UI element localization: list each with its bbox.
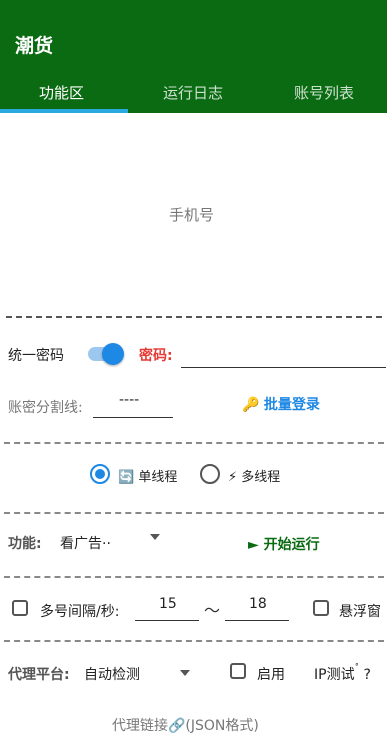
divider [4,576,384,578]
app-bar: 潮货 功能区 运行日志 账号列表 [0,0,387,113]
tilde: ～ [204,601,221,620]
divider [4,640,384,642]
tab-run-log[interactable]: 运行日志 [163,82,223,103]
phone-input[interactable]: 手机号 [0,114,387,318]
password-label: 密码: [139,348,173,364]
tab-functions[interactable]: 功能区 [39,82,84,103]
proxy-enable-label: 启用 [257,667,285,683]
key-icon: 🔑 [242,397,260,413]
interval-label: 多号间隔/秒: [40,604,120,620]
phone-input-placeholder: 手机号 [169,206,215,224]
switch-thumb [102,343,124,365]
function-select[interactable]: 看广告·· [58,526,168,556]
interval-min-underline [135,620,199,621]
multi-interval-checkbox[interactable] [12,600,28,616]
interval-max-underline [225,620,289,621]
start-run-button[interactable]: ► 开始运行 [248,534,320,554]
split-underline [93,417,173,418]
interval-max-input[interactable]: 18 [225,592,289,620]
float-window-checkbox[interactable] [313,600,329,616]
divider [4,442,384,444]
single-thread-option[interactable]: 🔄 单线程 [118,466,177,485]
proxy-enable-checkbox[interactable] [230,663,246,679]
multi-thread-label: 多线程 [241,470,281,485]
phone-input-underline [6,316,382,318]
lightning-icon: ⚡ [228,470,238,485]
dropdown-arrow-icon [180,670,190,676]
interval-max-value: 18 [249,596,267,612]
divider [4,512,384,514]
ip-test-help-icon: ? [363,667,371,683]
refresh-icon: 🔄 [118,470,135,485]
app-title: 潮货 [15,35,54,57]
ip-test-button[interactable]: IP测试˚ ? [314,664,371,684]
multi-thread-radio[interactable] [200,464,220,484]
batch-login-label: 批量登录 [263,397,320,413]
dropdown-arrow-icon [150,534,160,540]
proxy-selected: 自动检测 [84,667,140,683]
single-thread-radio[interactable] [90,464,110,484]
float-window-label: 悬浮窗 [339,604,381,620]
function-selected: 看广告·· [60,536,111,552]
split-label: 账密分割线: [8,400,83,416]
unify-password-switch[interactable] [86,342,126,366]
ip-test-label: IP测试 [314,667,355,683]
proxy-link-input[interactable]: 代理链接🔗(JSON格式) [112,715,259,735]
password-input[interactable] [181,340,386,368]
split-input[interactable]: ---- [93,390,173,416]
interval-min-value: 15 [159,596,177,612]
unify-password-label: 统一密码 [8,348,64,364]
proxy-select[interactable]: 自动检测 [82,656,198,686]
proxy-label: 代理平台: [8,667,70,683]
tab-account-list[interactable]: 账号列表 [294,82,354,103]
tab-indicator [0,109,128,113]
single-thread-label: 单线程 [138,470,178,485]
interval-min-input[interactable]: 15 [135,592,199,620]
split-value: ---- [119,392,140,408]
batch-login-button[interactable]: 🔑 批量登录 [242,394,320,414]
function-label: 功能: [8,536,42,552]
password-underline [181,367,386,368]
multi-thread-option[interactable]: ⚡ 多线程 [228,466,280,485]
